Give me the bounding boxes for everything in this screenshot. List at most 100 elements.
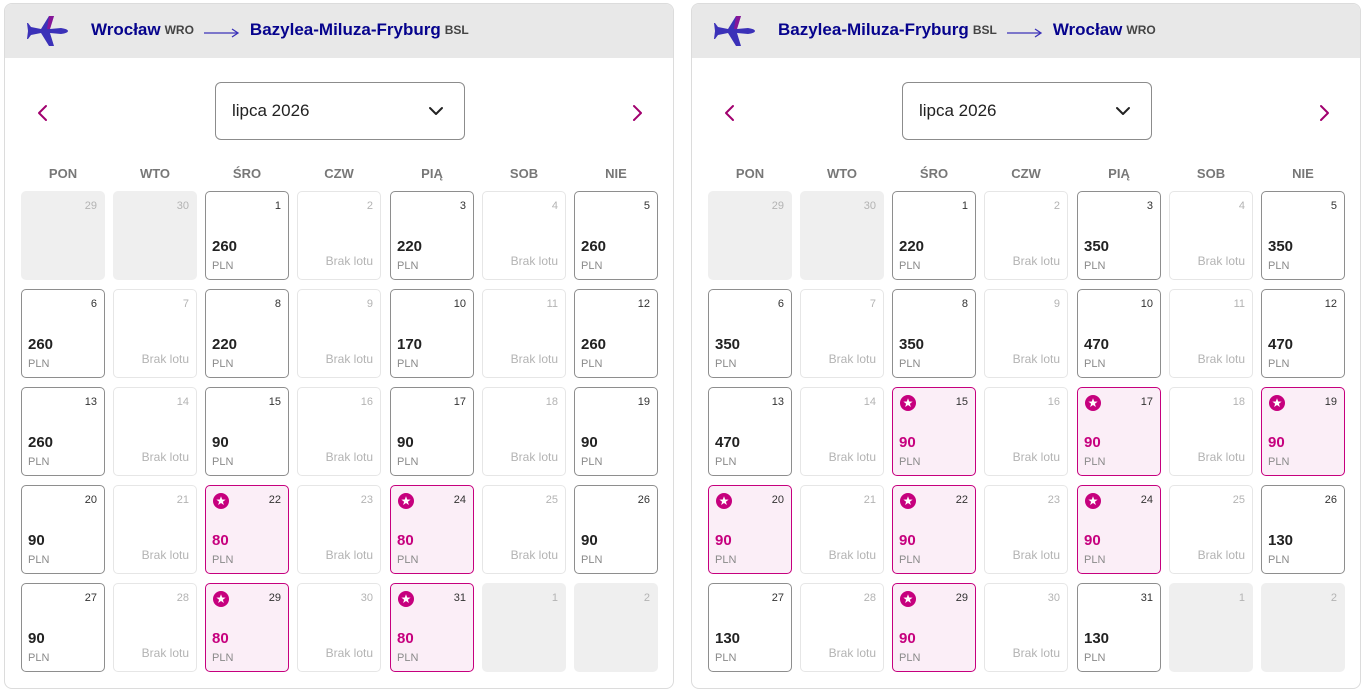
month-select[interactable]: lipca 2026 bbox=[215, 82, 465, 140]
prev-month-button[interactable] bbox=[722, 103, 736, 123]
calendar-day[interactable]: 31 80 PLN bbox=[390, 583, 474, 672]
day-number: 2 bbox=[643, 592, 650, 604]
day-number: 13 bbox=[771, 396, 784, 408]
day-number: 18 bbox=[545, 396, 558, 408]
no-flight-label: Brak lotu bbox=[828, 450, 876, 464]
calendar-day[interactable]: 5 260 PLN bbox=[574, 191, 658, 280]
calendar-day[interactable]: 12 260 PLN bbox=[574, 289, 658, 378]
calendar-day[interactable]: 13 260 PLN bbox=[21, 387, 105, 476]
star-badge-icon bbox=[213, 591, 229, 607]
calendar-day[interactable]: 17 90 PLN bbox=[1077, 387, 1161, 476]
calendar-day[interactable]: 3 220 PLN bbox=[390, 191, 474, 280]
calendar-day[interactable]: 10 470 PLN bbox=[1077, 289, 1161, 378]
day-number: 27 bbox=[84, 592, 97, 604]
weekday-header: NIE bbox=[1292, 166, 1314, 181]
calendar-day[interactable]: 26 90 PLN bbox=[574, 485, 658, 574]
day-currency: PLN bbox=[715, 358, 737, 370]
next-month-button[interactable] bbox=[1318, 103, 1332, 123]
calendar-day[interactable]: 8 350 PLN bbox=[892, 289, 976, 378]
day-number: 1 bbox=[961, 200, 968, 212]
calendar-day[interactable]: 3 350 PLN bbox=[1077, 191, 1161, 280]
next-month-button[interactable] bbox=[631, 103, 645, 123]
no-flight-label: Brak lotu bbox=[1012, 548, 1060, 562]
day-number: 30 bbox=[360, 592, 373, 604]
calendar-day[interactable]: 1 220 PLN bbox=[892, 191, 976, 280]
calendar-day[interactable]: 29 80 PLN bbox=[205, 583, 289, 672]
day-number: 23 bbox=[360, 494, 373, 506]
calendar-day[interactable]: 27 90 PLN bbox=[21, 583, 105, 672]
day-number: 10 bbox=[1140, 298, 1153, 310]
calendar-day: 21 Brak lotu bbox=[800, 485, 884, 574]
calendar-day[interactable]: 13 470 PLN bbox=[708, 387, 792, 476]
weekday-header: CZW bbox=[1011, 166, 1041, 181]
route-label: Bazylea-Miluza-Fryburg BSL Wrocław WRO bbox=[778, 20, 1156, 40]
calendar-day[interactable]: 20 90 PLN bbox=[21, 485, 105, 574]
day-number: 30 bbox=[863, 200, 876, 212]
calendar-day: 29 bbox=[708, 191, 792, 280]
calendar-day[interactable]: 8 220 PLN bbox=[205, 289, 289, 378]
calendar-day[interactable]: 6 260 PLN bbox=[21, 289, 105, 378]
calendar-day[interactable]: 19 90 PLN bbox=[1261, 387, 1345, 476]
day-number: 31 bbox=[1140, 592, 1153, 604]
origin-code: WRO bbox=[164, 23, 194, 37]
day-number: 22 bbox=[268, 494, 281, 506]
weekday-header: SOB bbox=[509, 166, 539, 181]
calendar-day[interactable]: 15 90 PLN bbox=[892, 387, 976, 476]
no-flight-label: Brak lotu bbox=[828, 352, 876, 366]
calendar-day: 30 Brak lotu bbox=[984, 583, 1068, 672]
chevron-left-icon bbox=[722, 105, 736, 127]
calendar-day[interactable]: 22 80 PLN bbox=[205, 485, 289, 574]
calendar-day[interactable]: 10 170 PLN bbox=[390, 289, 474, 378]
calendar-day: 1 bbox=[482, 583, 566, 672]
day-currency: PLN bbox=[1084, 456, 1106, 468]
weekday-header: PIĄ bbox=[421, 166, 443, 181]
calendar-day: 9 Brak lotu bbox=[297, 289, 381, 378]
calendar-day[interactable]: 20 90 PLN bbox=[708, 485, 792, 574]
calendar-day: 23 Brak lotu bbox=[984, 485, 1068, 574]
day-currency: PLN bbox=[1268, 554, 1290, 566]
day-price: 90 bbox=[212, 434, 229, 451]
star-badge-icon bbox=[900, 395, 916, 411]
day-number: 24 bbox=[1140, 494, 1153, 506]
no-flight-label: Brak lotu bbox=[1197, 548, 1245, 562]
calendar-day[interactable]: 1 260 PLN bbox=[205, 191, 289, 280]
calendar-day[interactable]: 19 90 PLN bbox=[574, 387, 658, 476]
calendar-day: 1 bbox=[1169, 583, 1253, 672]
day-number: 1 bbox=[551, 592, 558, 604]
calendar-day[interactable]: 27 130 PLN bbox=[708, 583, 792, 672]
day-currency: PLN bbox=[28, 554, 50, 566]
calendar-day[interactable]: 24 90 PLN bbox=[1077, 485, 1161, 574]
day-currency: PLN bbox=[581, 554, 603, 566]
calendar-day[interactable]: 24 80 PLN bbox=[390, 485, 474, 574]
day-price: 220 bbox=[397, 238, 423, 255]
plane-icon bbox=[714, 12, 756, 50]
day-number: 16 bbox=[1047, 396, 1060, 408]
calendar-day[interactable]: 6 350 PLN bbox=[708, 289, 792, 378]
day-currency: PLN bbox=[397, 554, 419, 566]
no-flight-label: Brak lotu bbox=[141, 352, 189, 366]
day-number: 6 bbox=[777, 298, 784, 310]
day-price: 130 bbox=[1084, 630, 1110, 647]
calendar-day[interactable]: 15 90 PLN bbox=[205, 387, 289, 476]
day-price: 90 bbox=[899, 630, 916, 647]
day-price: 130 bbox=[715, 630, 741, 647]
prev-month-button[interactable] bbox=[35, 103, 49, 123]
month-select[interactable]: lipca 2026 bbox=[902, 82, 1152, 140]
no-flight-label: Brak lotu bbox=[141, 450, 189, 464]
day-number: 19 bbox=[637, 396, 650, 408]
calendar-day[interactable]: 12 470 PLN bbox=[1261, 289, 1345, 378]
day-number: 4 bbox=[551, 200, 558, 212]
calendar-day[interactable]: 31 130 PLN bbox=[1077, 583, 1161, 672]
day-number: 1 bbox=[1238, 592, 1245, 604]
day-price: 90 bbox=[1084, 434, 1101, 451]
calendar-day[interactable]: 5 350 PLN bbox=[1261, 191, 1345, 280]
day-currency: PLN bbox=[28, 358, 50, 370]
calendar-day[interactable]: 26 130 PLN bbox=[1261, 485, 1345, 574]
day-currency: PLN bbox=[212, 652, 234, 664]
day-number: 27 bbox=[771, 592, 784, 604]
calendar-day[interactable]: 22 90 PLN bbox=[892, 485, 976, 574]
calendar-day[interactable]: 29 90 PLN bbox=[892, 583, 976, 672]
calendar-day[interactable]: 17 90 PLN bbox=[390, 387, 474, 476]
no-flight-label: Brak lotu bbox=[141, 548, 189, 562]
day-price: 470 bbox=[715, 434, 741, 451]
